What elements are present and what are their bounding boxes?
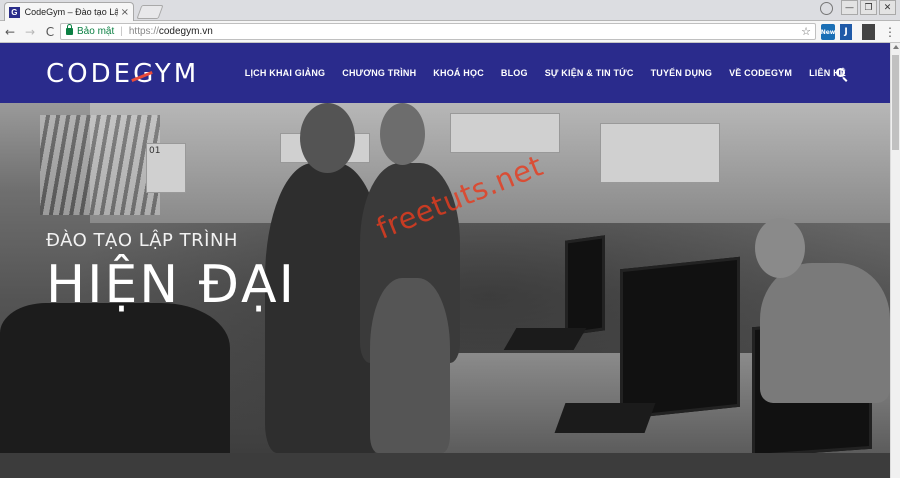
tab-close-icon[interactable]: × [121,7,129,18]
address-separator: | [120,26,123,37]
new-tab-button[interactable] [136,5,164,19]
user-profile-icon[interactable] [820,2,833,15]
close-window-button[interactable]: ✕ [879,0,896,15]
hero-photo-keyboard [554,403,656,433]
codegym-favicon-icon: G [9,6,20,18]
hero-title: HIỆN ĐẠI [46,255,296,315]
browser-menu-icon[interactable]: ⋮ [884,25,896,39]
hero-photo-paper [450,113,560,153]
hero-subtitle: ĐÀO TẠO LẬP TRÌNH [46,230,238,251]
hero-photo-person [0,303,230,453]
page-scrollbar[interactable] [890,43,900,478]
hero-photo-person [370,278,450,453]
restore-button[interactable]: ❐ [860,0,877,15]
search-icon[interactable] [836,68,845,77]
browser-toolbar: ← → C Bảo mật | https:// codegym.vn ☆ [0,21,900,43]
nav-blog[interactable]: BLOG [501,68,528,78]
site-header: CODEGYM LỊCH KHAI GIẢNG CHƯƠNG TRÌNH KHO… [0,43,890,103]
extension-j-icon[interactable]: J [840,24,852,40]
extension-badge: New [820,28,836,36]
codegym-logo[interactable]: CODEGYM [46,59,199,89]
hero-photo-head [300,103,355,173]
reload-button[interactable]: C [40,25,60,39]
hero-photo-board [40,115,160,215]
section-strip [0,453,890,478]
scroll-thumb[interactable] [892,55,899,150]
hero-photo-person [760,263,890,403]
hero-photo-head [755,218,805,278]
minimize-button[interactable]: — [841,0,858,15]
hero-photo-keyboard [503,328,587,350]
paper-label: 01 [149,146,161,156]
forward-button[interactable]: → [20,25,40,39]
back-button[interactable]: ← [0,25,20,39]
scroll-up-arrow-icon[interactable] [893,45,899,49]
hero-photo-paper [600,123,720,183]
browser-tab-strip: G CodeGym – Đào tạo Lập × — ❐ ✕ [0,0,900,21]
hero-photo-paper: 01 [146,143,186,193]
bookmark-star-icon[interactable]: ☆ [801,25,811,38]
extension-dots-icon[interactable] [862,24,875,40]
lock-icon [66,24,73,35]
nav-tuyen-dung[interactable]: TUYỂN DỤNG [651,68,713,78]
hero-photo-head [380,103,425,165]
main-nav: LỊCH KHAI GIẢNG CHƯƠNG TRÌNH KHOÁ HỌC BL… [245,43,846,103]
url-protocol: https:// [128,26,159,37]
nav-su-kien-tin-tuc[interactable]: SỰ KIỆN & TIN TỨC [545,68,634,78]
nav-ve-codegym[interactable]: VỀ CODEGYM [729,68,792,78]
extension-new-icon[interactable]: New [821,24,835,40]
secure-label: Bảo mật [77,26,115,37]
hero-banner: 01 ĐÀO TẠO LẬP TRÌNH HIỆN ĐẠI freetuts.n… [0,103,890,453]
nav-chuong-trinh[interactable]: CHƯƠNG TRÌNH [342,68,416,78]
window-controls: — ❐ ✕ [820,0,896,15]
tab-title: CodeGym – Đào tạo Lập [24,7,118,17]
browser-tab[interactable]: G CodeGym – Đào tạo Lập × [4,2,134,21]
url-host: codegym.vn [158,26,213,37]
hero-photo-monitor [565,235,605,336]
address-bar[interactable]: Bảo mật | https:// codegym.vn ☆ [60,23,816,40]
nav-khoa-hoc[interactable]: KHOÁ HỌC [433,68,484,78]
hero-photo-monitor [620,256,740,420]
nav-lich-khai-giang[interactable]: LỊCH KHAI GIẢNG [245,68,326,78]
